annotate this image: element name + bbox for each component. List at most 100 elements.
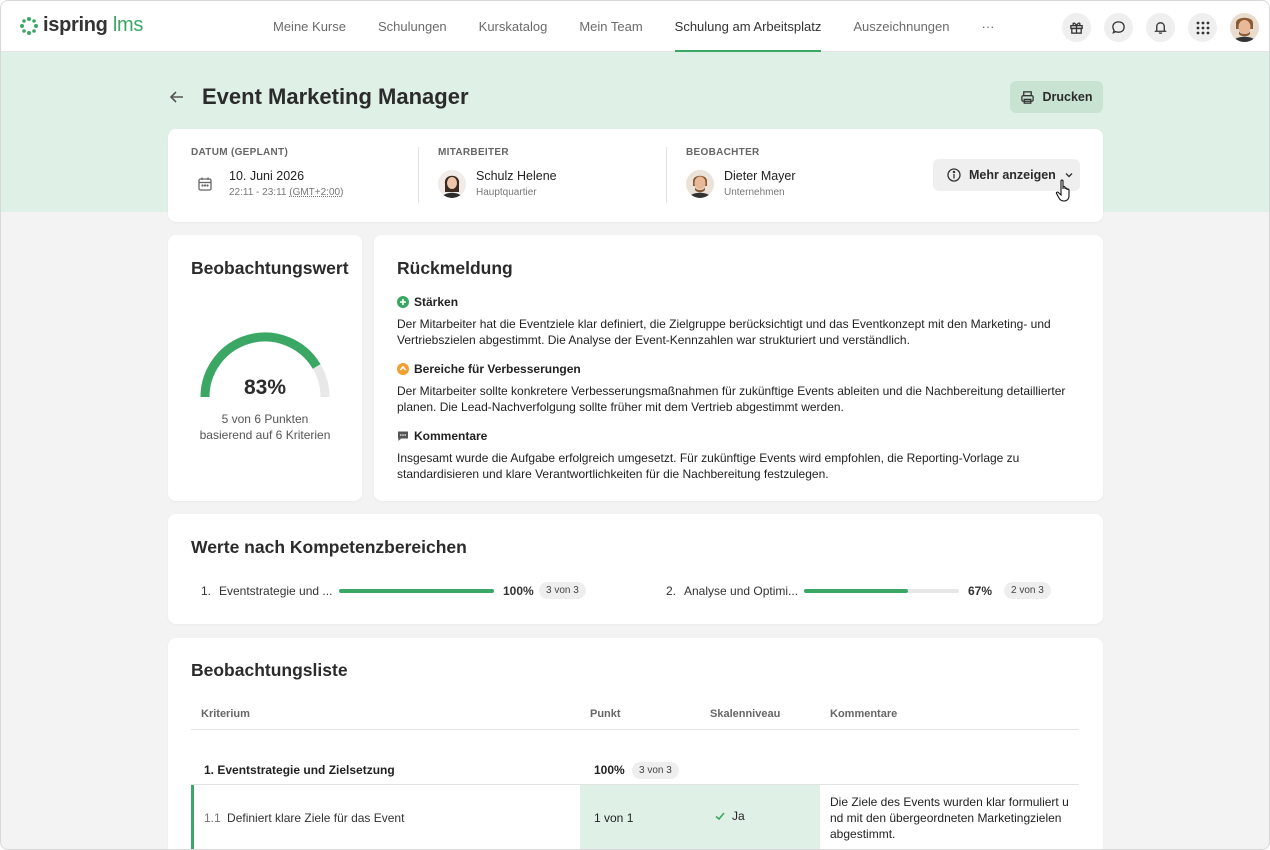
info-icon — [947, 168, 961, 182]
planned-date: 10. Juni 2026 — [229, 169, 305, 183]
user-avatar-image — [1230, 13, 1259, 42]
improvements-label: Bereiche für Verbesserungen — [414, 362, 581, 376]
column-header-scale[interactable]: Skalenniveau — [710, 708, 780, 720]
bell-icon — [1154, 22, 1167, 34]
chat-icon — [1112, 21, 1125, 34]
points-cell: 1 von 1 — [594, 811, 634, 825]
nav-item-schulungen[interactable]: Schulungen — [362, 1, 463, 52]
competency-name: Analyse und Optimi... — [684, 583, 799, 598]
observer-name[interactable]: Dieter Mayer — [724, 169, 796, 183]
column-header-points[interactable]: Punkt — [590, 708, 621, 720]
app-frame: ispring lms Meine Kurse Schulungen Kursk… — [0, 0, 1270, 850]
logo-mark-icon — [20, 16, 38, 35]
competency-progress-fill — [339, 588, 494, 593]
planned-time: 22:11 - 23:11 (GMT+2:00) — [229, 187, 344, 198]
competency-scores-card: Werte nach Kompetenzbereichen 1. Eventst… — [168, 514, 1103, 624]
employee-section: MITARBEITER Schulz Helene Hauptquartier — [438, 147, 557, 198]
ispring-logo[interactable]: ispring lms — [19, 14, 143, 37]
page-title: Event Marketing Manager — [202, 84, 469, 109]
chat-button[interactable] — [1104, 13, 1133, 42]
competency-progress-bar — [804, 588, 959, 593]
gift-icon — [1070, 22, 1083, 34]
competency-name: Eventstrategie und ... — [219, 583, 333, 598]
timezone-link[interactable]: (GMT+2:00) — [289, 187, 343, 198]
employee-avatar — [438, 169, 466, 198]
plus-circle-icon — [397, 296, 409, 308]
apps-button[interactable] — [1188, 13, 1217, 42]
row-accent-bar — [191, 785, 194, 849]
observer-department: Unternehmen — [724, 187, 785, 198]
table-row[interactable]: 1.1 Definiert klare Ziele für das Event … — [191, 785, 1079, 849]
observer-label: BEOBACHTER — [686, 147, 760, 158]
improvements-section: Bereiche für Verbesserungen Der Mitarbei… — [397, 362, 1077, 415]
page-header: Event Marketing Manager Drucken — [168, 81, 1103, 113]
comments-text: Insgesamt wurde die Aufgabe erfolgreich … — [397, 451, 1020, 481]
gift-button[interactable] — [1062, 13, 1091, 42]
logo-text: ispring lms — [43, 14, 144, 36]
print-button[interactable]: Drucken — [1010, 81, 1103, 113]
table-header-divider — [191, 729, 1079, 730]
comments-section: Kommentare Insgesamt wurde die Aufgabe e… — [397, 429, 1077, 482]
column-header-comments[interactable]: Kommentare — [830, 708, 897, 720]
hand-cursor-icon — [1055, 179, 1070, 202]
competency-number: 2. — [666, 583, 677, 598]
date-section: DATUM (GEPLANT) 10. Juni 2026 22:11 - 23… — [191, 147, 343, 198]
criterion-number: 1.1 — [204, 811, 221, 825]
top-navigation-bar: ispring lms Meine Kurse Schulungen Kursk… — [1, 1, 1269, 52]
comment-cell: Die Ziele des Events wurden klar formuli… — [830, 795, 1069, 841]
notifications-button[interactable] — [1146, 13, 1175, 42]
employee-department: Hauptquartier — [476, 187, 537, 198]
date-label: DATUM (GEPLANT) — [191, 147, 289, 158]
competency-number: 1. — [201, 583, 212, 598]
competency-item[interactable]: 2. Analyse und Optimi... 67% 2 von 3 — [666, 582, 1051, 599]
employee-name[interactable]: Schulz Helene — [476, 169, 557, 183]
user-avatar[interactable] — [1230, 13, 1259, 42]
competency-percent: 67% — [968, 583, 993, 598]
comments-label: Kommentare — [414, 429, 488, 443]
group-name: 1. Eventstrategie und Zielsetzung — [204, 763, 395, 777]
nav-more-button[interactable]: ··· — [966, 1, 1011, 52]
observation-score-card: Beobachtungswert 83% 5 von 6 Punkten bas… — [168, 235, 362, 501]
criteria-group-row[interactable]: 1. Eventstrategie und Zielsetzung 100% 3… — [191, 756, 1079, 784]
feedback-card: Rückmeldung Stärken Der Mitarbeiter hat … — [374, 235, 1103, 501]
group-count-badge: 3 von 3 — [632, 761, 679, 779]
apps-grid-icon — [1196, 21, 1209, 34]
scale-cell: Ja — [714, 809, 745, 823]
column-header-criterion[interactable]: Kriterium — [201, 708, 250, 720]
calendar-icon — [198, 177, 212, 191]
info-divider — [418, 147, 419, 203]
nav-item-meine-kurse[interactable]: Meine Kurse — [257, 1, 362, 52]
competency-count-badge: 3 von 3 — [539, 582, 586, 599]
session-info-card: DATUM (GEPLANT) 10. Juni 2026 22:11 - 23… — [168, 129, 1103, 222]
score-title: Beobachtungswert — [191, 258, 349, 278]
criterion-cell: 1.1 Definiert klare Ziele für das Event — [204, 811, 404, 825]
competency-progress-bar — [339, 588, 494, 593]
show-more-label: Mehr anzeigen — [969, 168, 1056, 182]
competency-percent: 100% — [503, 583, 534, 598]
info-divider — [666, 147, 667, 203]
nav-item-auszeichnungen[interactable]: Auszeichnungen — [837, 1, 965, 52]
nav-item-schulung-am-arbeitsplatz[interactable]: Schulung am Arbeitsplatz — [659, 1, 838, 52]
comment-icon — [398, 431, 408, 441]
score-details: 5 von 6 Punkten basierend auf 6 Kriterie… — [199, 412, 331, 442]
nav-item-kurskatalog[interactable]: Kurskatalog — [463, 1, 564, 52]
competency-count-badge: 2 von 3 — [1004, 582, 1051, 599]
check-icon — [715, 812, 725, 821]
criterion-name: Definiert klare Ziele für das Event — [227, 811, 405, 825]
competency-progress-fill — [804, 588, 908, 593]
competency-item[interactable]: 1. Eventstrategie und ... 100% 3 von 3 — [201, 582, 586, 599]
print-label: Drucken — [1042, 90, 1093, 104]
observer-avatar — [686, 169, 714, 198]
nav-item-mein-team[interactable]: Mein Team — [563, 1, 658, 52]
arrow-up-circle-icon — [397, 363, 409, 375]
feedback-title: Rückmeldung — [397, 258, 513, 278]
strengths-label: Stärken — [414, 295, 459, 309]
top-icons — [1062, 13, 1259, 42]
group-percent: 100% — [594, 763, 625, 777]
observer-section: BEOBACHTER Dieter Mayer Unternehmen — [686, 147, 796, 198]
main-nav: Meine Kurse Schulungen Kurskatalog Mein … — [257, 1, 1011, 52]
improvements-text: Der Mitarbeiter sollte konkretere Verbes… — [397, 384, 1066, 414]
strengths-text: Der Mitarbeiter hat die Eventziele klar … — [397, 317, 1051, 347]
back-arrow-icon[interactable] — [168, 88, 186, 106]
strengths-section: Stärken Der Mitarbeiter hat die Eventzie… — [397, 295, 1077, 348]
